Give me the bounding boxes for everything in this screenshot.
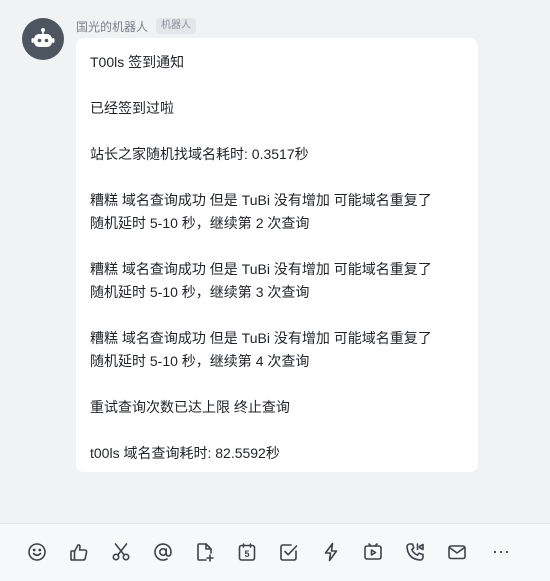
mention-button[interactable] [152, 541, 174, 563]
quick-action-button[interactable] [320, 541, 342, 563]
calendar-icon: 5 [238, 543, 256, 561]
video-meeting-button[interactable] [362, 541, 384, 563]
thumbs-up-button[interactable] [68, 541, 90, 563]
bot-tag: 机器人 [156, 18, 197, 34]
chat-area: 国光的机器人 机器人 T00ls 签到通知 已经签到过啦 站长之家随机找域名耗时… [0, 0, 550, 523]
robot-icon [31, 28, 55, 47]
call-button[interactable] [404, 541, 426, 563]
add-file-icon [197, 543, 214, 562]
thumbs-up-icon [70, 544, 88, 561]
screenshot-button[interactable] [110, 541, 132, 563]
message-line: 糟糕 域名查询成功 但是 TuBi 没有增加 可能域名重复了 [90, 261, 432, 277]
message-bubble[interactable]: T00ls 签到通知 已经签到过啦 站长之家随机找域名耗时: 0.3517秒 糟… [76, 38, 478, 472]
sender-name[interactable]: 国光的机器人 [76, 18, 148, 35]
lightning-icon [324, 542, 338, 562]
more-icon [493, 550, 509, 554]
message-line: 随机延时 5-10 秒，继续第 4 次查询 [90, 353, 310, 369]
message-line: 糟糕 域名查询成功 但是 TuBi 没有增加 可能域名重复了 [90, 192, 432, 208]
task-check-icon [280, 544, 298, 561]
phone-icon [406, 543, 424, 561]
sender-row: 国光的机器人 机器人 [76, 16, 197, 36]
message-line: t00ls 域名查询耗时: 82.5592秒 [90, 445, 280, 461]
mail-button[interactable] [446, 541, 468, 563]
message-line: 糟糕 域名查询成功 但是 TuBi 没有增加 可能域名重复了 [90, 330, 432, 346]
scissors-icon [112, 543, 130, 561]
emoji-button[interactable] [26, 541, 48, 563]
message-line: 随机延时 5-10 秒，继续第 3 次查询 [90, 284, 310, 300]
input-toolbar: 5 [0, 523, 550, 581]
bot-avatar[interactable] [22, 18, 64, 60]
message-line: 随机延时 5-10 秒，继续第 2 次查询 [90, 215, 310, 231]
calendar-badge: 5 [244, 549, 249, 559]
message-line: 站长之家随机找域名耗时: 0.3517秒 [90, 146, 309, 162]
emoji-icon [28, 543, 46, 561]
at-icon [154, 543, 172, 561]
send-file-button[interactable] [194, 541, 216, 563]
message-line: 重试查询次数已达上限 终止查询 [90, 399, 290, 415]
message-line: T00ls 签到通知 [90, 54, 185, 70]
more-button[interactable] [490, 541, 512, 563]
video-icon [364, 543, 382, 560]
mail-icon [448, 545, 466, 560]
task-button[interactable] [278, 541, 300, 563]
message-line: 已经签到过啦 [90, 100, 174, 116]
calendar-button[interactable]: 5 [236, 541, 258, 563]
